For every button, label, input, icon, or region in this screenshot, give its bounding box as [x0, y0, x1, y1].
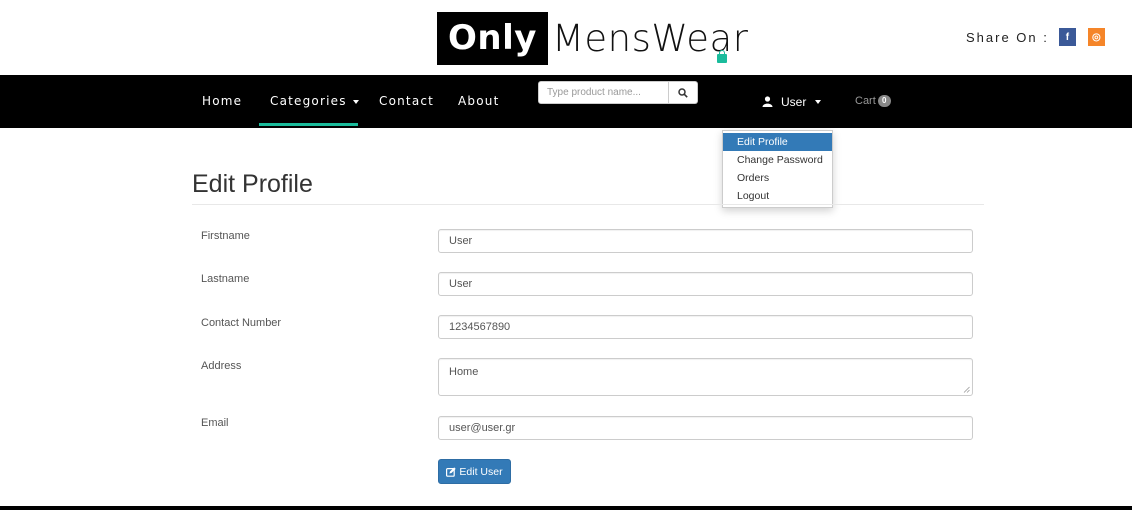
firstname-field[interactable]: User — [438, 229, 973, 253]
nav-cart[interactable]: Cart 0 — [855, 75, 891, 128]
user-menu-toggle[interactable]: User — [762, 75, 822, 128]
address-textarea[interactable]: Home — [438, 358, 973, 396]
page-title: Edit Profile — [192, 170, 313, 198]
menu-item-orders[interactable]: Orders — [723, 169, 832, 187]
site-header: Only MensWear Share On : f ◎ — [0, 0, 1132, 75]
title-divider — [192, 204, 984, 205]
edit-user-button[interactable]: Edit User — [438, 459, 511, 484]
user-icon — [762, 96, 773, 107]
share-links: Share On : f ◎ — [966, 28, 1111, 46]
facebook-icon[interactable]: f — [1058, 28, 1076, 46]
main-navbar: Home Categories Contact About User Cart0 — [0, 75, 1132, 128]
nav-categories[interactable]: Categories — [270, 75, 359, 128]
contact-number-label: Contact Number — [201, 317, 282, 329]
caret-down-icon — [352, 99, 359, 104]
nav-contact[interactable]: Contact — [379, 75, 434, 128]
menu-item-edit-profile[interactable]: Edit Profile — [723, 133, 832, 151]
menu-item-change-password[interactable]: Change Password — [723, 151, 832, 169]
instagram-icon[interactable]: ◎ — [1087, 28, 1105, 46]
nav-active-indicator — [259, 123, 358, 126]
user-menu-label: User — [781, 94, 807, 109]
search-button[interactable] — [669, 81, 698, 104]
address-value: Home — [449, 366, 479, 378]
caret-down-icon — [815, 99, 822, 104]
menu-item-logout[interactable]: Logout — [723, 187, 832, 205]
email-field[interactable]: user@user.gr — [438, 416, 973, 440]
user-dropdown-menu: Edit Profile Change Password Orders Logo… — [722, 130, 833, 208]
lastname-field[interactable]: User — [438, 272, 973, 296]
logo-bold-text: Only — [437, 11, 548, 65]
search-icon — [678, 87, 688, 98]
email-label: Email — [201, 417, 229, 429]
resize-handle-icon[interactable] — [963, 386, 970, 393]
site-logo[interactable]: Only MensWear — [437, 10, 748, 66]
address-label: Address — [201, 360, 242, 372]
shopping-bag-icon — [717, 50, 727, 63]
nav-about[interactable]: About — [458, 75, 499, 128]
product-search — [538, 81, 698, 104]
footer-divider — [0, 506, 1132, 510]
firstname-label: Firstname — [201, 230, 250, 242]
contact-number-field[interactable]: 1234567890 — [438, 315, 973, 339]
edit-user-button-label: Edit User — [459, 465, 503, 478]
nav-categories-label: Categories — [270, 94, 347, 108]
cart-label: Cart — [855, 95, 876, 107]
edit-icon — [446, 466, 457, 477]
share-label: Share On : — [966, 29, 1049, 45]
page: Only MensWear Share On : f ◎ Home Catego… — [0, 0, 1132, 510]
nav-home[interactable]: Home — [202, 75, 242, 128]
lastname-label: Lastname — [201, 273, 250, 285]
cart-count-badge: 0 — [877, 95, 891, 108]
search-input[interactable] — [538, 81, 669, 104]
